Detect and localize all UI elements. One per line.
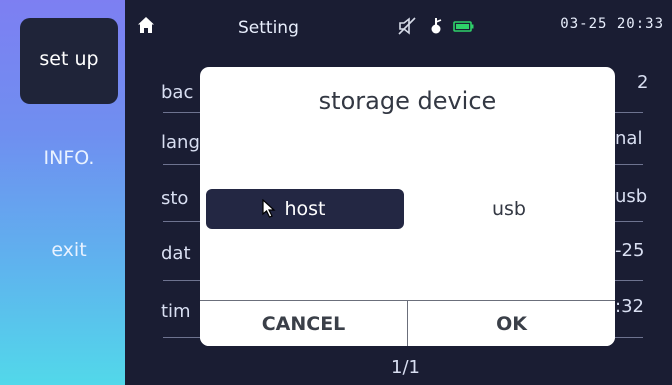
mouse-pointer-icon [262, 199, 276, 218]
setting-row-label: lang [161, 132, 200, 153]
sidebar-item-label: INFO. [43, 147, 95, 169]
setting-row-value: -25 [615, 240, 645, 261]
dialog-title: storage device [318, 87, 497, 115]
sidebar-item-set-up[interactable]: set up [20, 18, 118, 104]
setting-row-label: tim [161, 301, 191, 322]
mute-icon [398, 17, 416, 35]
storage-device-dialog: storage device host usb CANCEL OK [200, 67, 615, 346]
option-usb[interactable]: usb [410, 189, 608, 229]
sidebar-item-label: exit [51, 239, 87, 261]
cancel-button[interactable]: CANCEL [200, 301, 407, 346]
clock: 03-25 20:33 [560, 16, 664, 32]
setting-row-label: dat [161, 243, 191, 264]
sidebar-item-info[interactable]: INFO. [20, 116, 118, 200]
option-label: usb [491, 198, 526, 220]
setting-row-label: sto [161, 188, 189, 209]
setting-row-label: bac [161, 82, 194, 103]
home-icon[interactable] [137, 16, 155, 34]
setting-row-value: 2 [637, 72, 649, 93]
top-bar: Setting 03-25 20:33 [125, 0, 672, 58]
dialog-buttons: CANCEL OK [200, 300, 615, 346]
page-title: Setting [238, 18, 299, 38]
sidebar-item-label: set up [39, 48, 99, 70]
page-indicator: 1/1 [391, 357, 420, 378]
battery-icon [453, 21, 474, 32]
setting-row-value: usb [615, 186, 648, 207]
option-label: host [284, 198, 326, 220]
setting-row-value: :32 [615, 296, 644, 317]
sidebar-item-exit[interactable]: exit [20, 208, 118, 292]
option-host[interactable]: host [206, 189, 404, 229]
sidebar: set up INFO. exit [0, 0, 125, 385]
usb-icon [431, 18, 442, 34]
ok-button[interactable]: OK [407, 301, 615, 346]
device-screen: set up INFO. exit Setting 03-25 20:33 ba… [0, 0, 672, 385]
setting-row-value: nal [615, 128, 643, 149]
